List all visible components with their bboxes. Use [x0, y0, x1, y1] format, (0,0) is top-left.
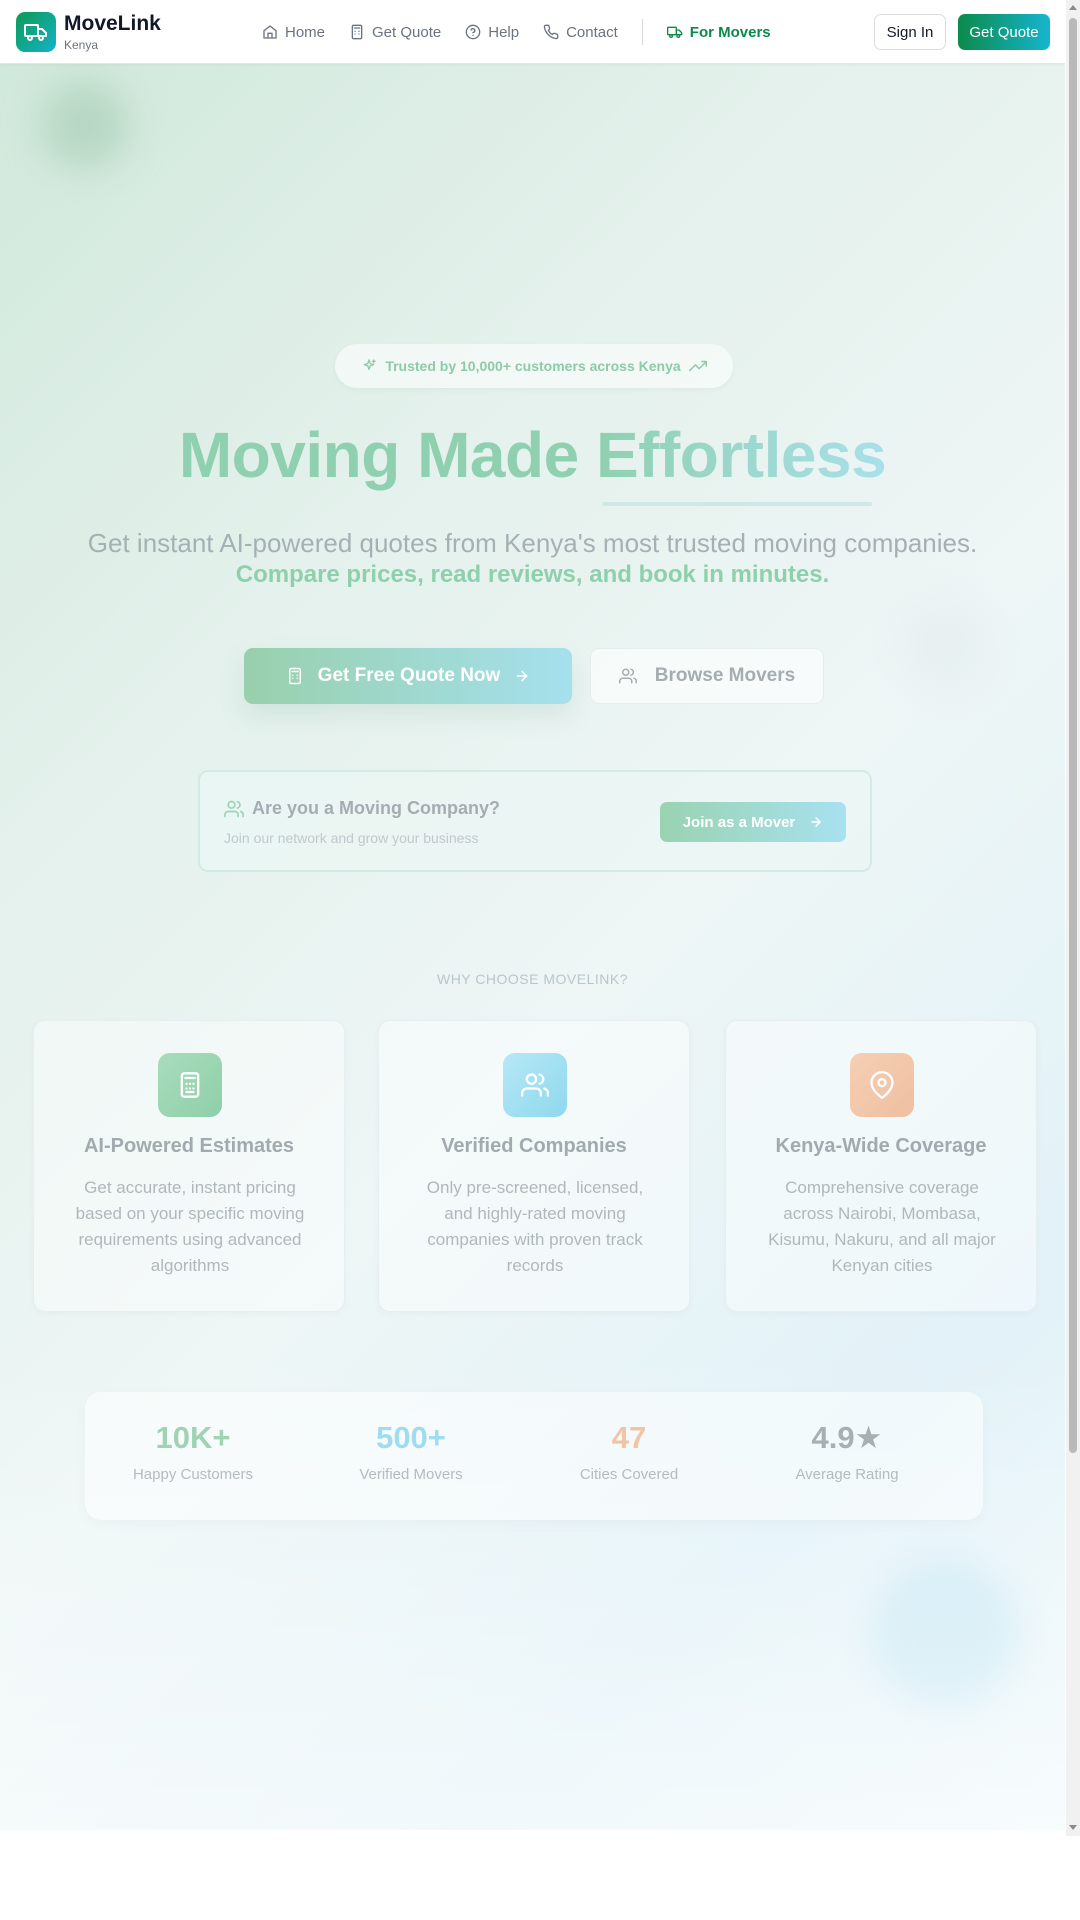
get-free-quote-button[interactable]: Get Free Quote Now	[244, 648, 572, 704]
scroll-up-arrow[interactable]	[1069, 5, 1077, 10]
decorative-blob	[900, 600, 990, 690]
moving-company-card: Are you a Moving Company? Join our netwo…	[198, 770, 872, 872]
stat-label: Average Rating	[795, 1466, 899, 1483]
users-icon	[618, 668, 637, 684]
sign-in-button[interactable]: Sign In	[874, 14, 946, 50]
home-icon	[263, 25, 277, 39]
hero-subtitle-strong: Compare prices, read reviews, and book i…	[235, 561, 830, 588]
feature-text: Only pre-screened, licensed, and highly-…	[426, 1178, 644, 1275]
feature-text: Get accurate, instant pricing based on y…	[75, 1178, 305, 1275]
feature-card: AI-Powered Estimates Get accurate, insta…	[33, 1020, 345, 1312]
vertical-scrollbar[interactable]	[1066, 0, 1080, 1836]
hero-title-plain: Moving Made	[178, 419, 596, 491]
section-label: WHY CHOOSE MOVELINK?	[436, 971, 628, 987]
decorative-blob	[40, 80, 130, 170]
stat-label: Cities Covered	[579, 1466, 679, 1483]
scroll-down-arrow[interactable]	[1069, 1825, 1077, 1830]
stat-item: 4.9★ Average Rating	[739, 1420, 955, 1483]
stat-item: 10K+ Happy Customers	[85, 1420, 301, 1483]
top-navbar: MoveLink Kenya Home Get Quote Help Conta…	[0, 0, 1065, 64]
stats-panel: 10K+ Happy Customers 500+ Verified Mover…	[85, 1392, 983, 1520]
sparkles-icon	[363, 359, 376, 370]
truck-icon	[24, 24, 47, 41]
feature-text: Comprehensive coverage across Nairobi, M…	[768, 1178, 996, 1275]
header-get-quote-button[interactable]: Get Quote	[958, 14, 1050, 50]
arrow-right-icon	[516, 670, 528, 682]
nav-get-quote[interactable]: Get Quote	[349, 24, 441, 41]
nav-help-label: Help	[488, 23, 520, 41]
browse-movers-label: Browse Movers	[654, 665, 796, 686]
hero-subtitle: Get instant AI-powered quotes from Kenya…	[87, 528, 978, 558]
page-background: MoveLink Kenya Home Get Quote Help Conta…	[0, 0, 1065, 1830]
stat-value: 10K+	[155, 1420, 231, 1455]
nav-for-movers-label: For Movers	[689, 23, 771, 41]
nav-home-label: Home	[285, 23, 326, 41]
nav-for-movers[interactable]: For Movers	[666, 23, 771, 41]
feature-icon-box	[850, 1053, 914, 1117]
feature-icon-box	[158, 1053, 222, 1117]
calculator-icon	[351, 24, 363, 40]
feature-card: Kenya-Wide Coverage Comprehensive covera…	[725, 1020, 1037, 1312]
brand-name[interactable]: MoveLink	[64, 12, 161, 36]
nav-help[interactable]: Help	[465, 24, 519, 41]
stat-item: 500+ Verified Movers	[303, 1420, 519, 1483]
nav-contact[interactable]: Contact	[543, 24, 618, 41]
moving-company-title-text: Are you a Moving Company?	[252, 798, 501, 818]
scroll-thumb[interactable]	[1069, 18, 1077, 1453]
feature-title: Kenya-Wide Coverage	[775, 1135, 987, 1157]
trending-up-icon	[688, 360, 707, 372]
nav-divider	[641, 19, 643, 45]
stat-value: 4.9★	[811, 1420, 883, 1455]
stat-label: Verified Movers	[359, 1466, 463, 1483]
stat-label: Happy Customers	[132, 1466, 254, 1483]
stat-value: 47	[611, 1420, 647, 1455]
get-free-quote-label: Get Free Quote Now	[317, 665, 501, 686]
truck-icon	[666, 26, 683, 38]
moving-company-title: Are you a Moving Company?	[224, 798, 500, 819]
users-icon	[224, 800, 244, 817]
feature-title: Verified Companies	[441, 1135, 627, 1157]
feature-icon-box	[503, 1053, 567, 1117]
arrow-right-icon	[811, 817, 822, 827]
hero-title-underline	[602, 502, 872, 506]
nav-home[interactable]: Home	[262, 24, 325, 41]
browse-movers-button[interactable]: Browse Movers	[590, 648, 824, 704]
brand-subtitle: Kenya	[64, 38, 99, 52]
calculator-icon	[180, 1072, 200, 1098]
help-circle-icon	[465, 24, 481, 40]
nav-get-quote-label: Get Quote	[372, 23, 442, 41]
users-icon	[521, 1073, 549, 1097]
trusted-badge: Trusted by 10,000+ customers across Keny…	[335, 344, 733, 388]
moving-company-subtitle: Join our network and grow your business	[224, 830, 479, 846]
trusted-badge-text: Trusted by 10,000+ customers across Keny…	[385, 358, 681, 374]
feature-title: AI-Powered Estimates	[83, 1135, 295, 1157]
main-nav: Home Get Quote Help Contact For Movers	[262, 0, 795, 64]
phone-icon	[543, 24, 559, 40]
nav-contact-label: Contact	[566, 23, 618, 41]
calculator-icon	[288, 667, 301, 685]
map-pin-icon	[870, 1071, 894, 1099]
hero-title: Moving Made Effortless	[0, 418, 1065, 492]
stat-value: 500+	[376, 1420, 446, 1455]
join-as-mover-label: Join as a Mover	[682, 813, 796, 831]
logo[interactable]	[16, 12, 56, 52]
feature-card: Verified Companies Only pre-screened, li…	[378, 1020, 690, 1312]
join-as-mover-button[interactable]: Join as a Mover	[660, 802, 846, 842]
stat-item: 47 Cities Covered	[521, 1420, 737, 1483]
hero-title-highlight: Effortless	[595, 419, 887, 491]
